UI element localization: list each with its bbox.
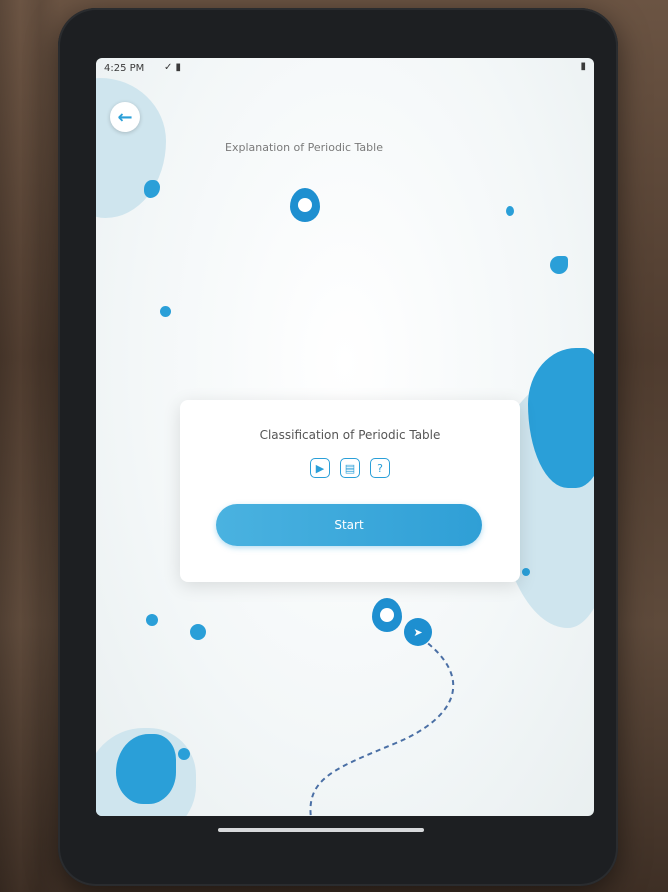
decor-dot — [144, 180, 160, 198]
document-icon[interactable]: ▤ — [340, 458, 360, 478]
decor-dot — [550, 256, 568, 274]
back-button[interactable]: ← — [110, 102, 140, 132]
lesson-card: Classification of Periodic Table ▶ ▤ ? S… — [180, 400, 520, 582]
decor-dot — [190, 624, 206, 640]
status-bar: 4:25 PM ✓ ▮ ▮ — [96, 58, 594, 80]
decor-dot — [506, 206, 514, 216]
status-icons: ✓ ▮ — [164, 62, 182, 73]
current-lesson-node[interactable] — [372, 598, 402, 632]
decor-dot — [522, 568, 530, 576]
progress-path — [309, 637, 455, 816]
lesson-title: Classification of Periodic Table — [259, 428, 441, 442]
status-time: 4:25 PM — [104, 63, 145, 74]
app-screen: ← Explanation of Periodic Table ➤ Classi… — [96, 58, 594, 816]
battery-icon: ▮ — [580, 61, 586, 72]
decor-dot — [160, 306, 171, 317]
decor-dot — [146, 614, 158, 626]
decor-blob-bottom-left-dark — [116, 734, 176, 804]
video-icon[interactable]: ▶ — [310, 458, 330, 478]
decor-blob-top-left — [96, 78, 166, 218]
arrow-left-icon: ← — [117, 106, 133, 128]
location-pointer-icon: ➤ — [404, 618, 432, 646]
decor-dot — [178, 748, 190, 760]
home-gesture-bar[interactable] — [218, 828, 424, 832]
previous-lesson-title: Explanation of Periodic Table — [225, 141, 383, 154]
previous-lesson-node[interactable] — [290, 188, 320, 222]
lesson-content-icons: ▶ ▤ ? — [180, 458, 520, 478]
start-button[interactable]: Start — [216, 504, 482, 546]
quiz-icon[interactable]: ? — [370, 458, 390, 478]
